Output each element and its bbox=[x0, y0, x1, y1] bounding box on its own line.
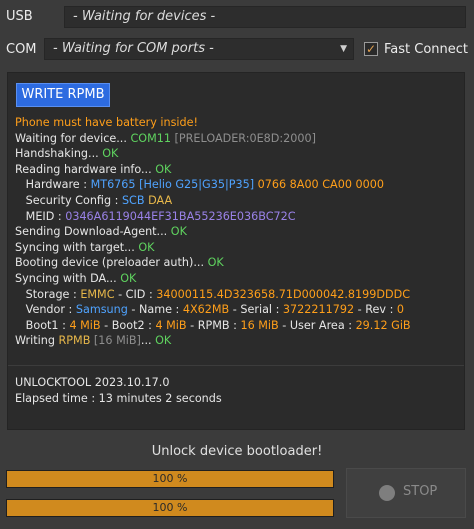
log-line: Phone must have battery inside! bbox=[15, 115, 461, 131]
log-value: 34000115.4D323658.71D000042.8199DDDC bbox=[156, 287, 411, 301]
elapsed-line: Elapsed time : 13 minutes 2 seconds bbox=[15, 391, 222, 407]
log-text: - Rev : bbox=[354, 303, 397, 317]
log-text: - RPMB : bbox=[186, 318, 241, 332]
log-line: Reading hardware info... OK bbox=[15, 162, 461, 178]
log-line: Storage : EMMC - CID : 34000115.4D323658… bbox=[15, 287, 461, 303]
log-line: Booting device (preloader auth)... OK bbox=[15, 255, 461, 271]
usb-device-select-value: - Waiting for devices - bbox=[73, 9, 216, 24]
log-ok: OK bbox=[155, 162, 172, 176]
log-text: - User Area : bbox=[278, 318, 356, 332]
log-text: - Name : bbox=[127, 303, 183, 317]
log-footer: UNLOCKTOOL 2023.10.17.0 Elapsed time : 1… bbox=[15, 375, 222, 407]
log-line: Waiting for device... COM11 [PRELOADER:0… bbox=[15, 131, 461, 147]
log-value: COM11 bbox=[130, 131, 171, 145]
log-text: - Serial : bbox=[229, 303, 283, 317]
log-line: Vendor : Samsung - Name : 4X62MB - Seria… bbox=[15, 302, 461, 318]
status-message: Unlock device bootloader! bbox=[151, 444, 323, 459]
log-ok: OK bbox=[138, 240, 155, 254]
log-text: Security Config : bbox=[25, 193, 122, 207]
log-line: Handshaking... OK bbox=[15, 146, 461, 162]
log-ok: OK bbox=[102, 147, 119, 161]
log-text: Syncing with target... bbox=[15, 240, 139, 254]
log-value: 16 MiB bbox=[240, 318, 279, 332]
log-text: - CID : bbox=[114, 287, 157, 301]
log-value: Samsung bbox=[75, 303, 128, 317]
log-text: Boot1 : bbox=[25, 318, 70, 332]
log-text: Syncing with DA... bbox=[15, 271, 121, 285]
log-value: RPMB bbox=[58, 334, 91, 348]
log-line: Security Config : SCB DAA bbox=[15, 193, 461, 209]
version-text: UNLOCKTOOL 2023.10.17.0 bbox=[15, 376, 170, 389]
progress-label: 100 % bbox=[152, 472, 188, 485]
stop-icon bbox=[379, 485, 395, 501]
log-text: Vendor : bbox=[25, 303, 76, 317]
log-divider bbox=[8, 365, 464, 366]
log-value: 3722211792 bbox=[282, 303, 355, 317]
log-ok: OK bbox=[170, 225, 187, 239]
log-text: MEID : bbox=[25, 209, 66, 223]
com-port-select[interactable]: - Waiting for COM ports - ▼ bbox=[44, 38, 354, 60]
com-label: COM bbox=[6, 42, 37, 57]
log-line: Writing RPMB [16 MiB]... OK bbox=[15, 333, 461, 349]
log-panel: WRITE RPMB Phone must have battery insid… bbox=[7, 72, 465, 430]
stop-button-label: STOP bbox=[403, 484, 438, 499]
log-line: MEID : 0346A6119044EF31BA55236E036BC72C bbox=[15, 209, 461, 225]
log-text: ... bbox=[140, 334, 156, 348]
log-line: Hardware : MT6765 [Helio G25|G35|P35] 07… bbox=[15, 177, 461, 193]
log-detail: [16 MiB] bbox=[90, 334, 141, 348]
usb-device-select[interactable]: - Waiting for devices - bbox=[64, 6, 466, 28]
fast-connect-checkbox[interactable]: ✓ bbox=[364, 42, 378, 56]
log-line: Syncing with DA... OK bbox=[15, 271, 461, 287]
progress-label: 100 % bbox=[152, 501, 188, 514]
stop-button[interactable]: STOP bbox=[346, 468, 466, 518]
elapsed-label: Elapsed time : bbox=[15, 392, 99, 405]
log-line: Syncing with target... OK bbox=[15, 240, 461, 256]
log-ok: OK bbox=[120, 271, 137, 285]
log-text: Handshaking... bbox=[15, 147, 103, 161]
usb-label: USB bbox=[6, 9, 33, 24]
write-rpmb-button[interactable]: WRITE RPMB bbox=[16, 83, 110, 107]
log-value: EMMC bbox=[80, 287, 115, 301]
log-value: DAA bbox=[148, 193, 173, 207]
log-text: Booting device (preloader auth)... bbox=[15, 256, 208, 270]
log-text: Storage : bbox=[25, 287, 81, 301]
log-value: 4 MiB bbox=[69, 318, 101, 332]
progress-bar-1: 100 % bbox=[6, 470, 334, 488]
log-text: Reading hardware info... bbox=[15, 162, 156, 176]
log-output: Phone must have battery inside! Waiting … bbox=[15, 115, 461, 349]
log-line: Boot1 : 4 MiB - Boot2 : 4 MiB - RPMB : 1… bbox=[15, 318, 461, 334]
log-value: MT6765 [Helio G25|G35|P35] bbox=[90, 178, 255, 192]
elapsed-value: 13 minutes 2 seconds bbox=[98, 392, 222, 405]
log-value: 0346A6119044EF31BA55236E036BC72C bbox=[65, 209, 296, 223]
log-value: 4X62MB bbox=[182, 303, 230, 317]
battery-warning: Phone must have battery inside! bbox=[15, 116, 198, 129]
log-text: Waiting for device... bbox=[15, 131, 131, 145]
log-value: SCB bbox=[121, 193, 145, 207]
log-ok: OK bbox=[207, 256, 224, 270]
log-value: 0766 8A00 CA00 0000 bbox=[257, 178, 384, 192]
log-text: Writing bbox=[15, 334, 59, 348]
log-value: 4 MiB bbox=[155, 318, 187, 332]
log-text: Sending Download-Agent... bbox=[15, 225, 171, 239]
progress-bar-2: 100 % bbox=[6, 499, 334, 517]
log-line: Sending Download-Agent... OK bbox=[15, 224, 461, 240]
log-detail: [PRELOADER:0E8D:2000] bbox=[174, 131, 317, 145]
log-value: 0 bbox=[396, 303, 405, 317]
log-ok: OK bbox=[155, 334, 172, 348]
log-text: - Boot2 : bbox=[100, 318, 156, 332]
chevron-down-icon: ▼ bbox=[340, 44, 347, 54]
log-value: 29.12 GiB bbox=[355, 318, 411, 332]
com-port-select-value: - Waiting for COM ports - bbox=[53, 41, 214, 56]
fast-connect-label[interactable]: Fast Connect bbox=[384, 42, 468, 57]
log-text: Hardware : bbox=[25, 178, 91, 192]
